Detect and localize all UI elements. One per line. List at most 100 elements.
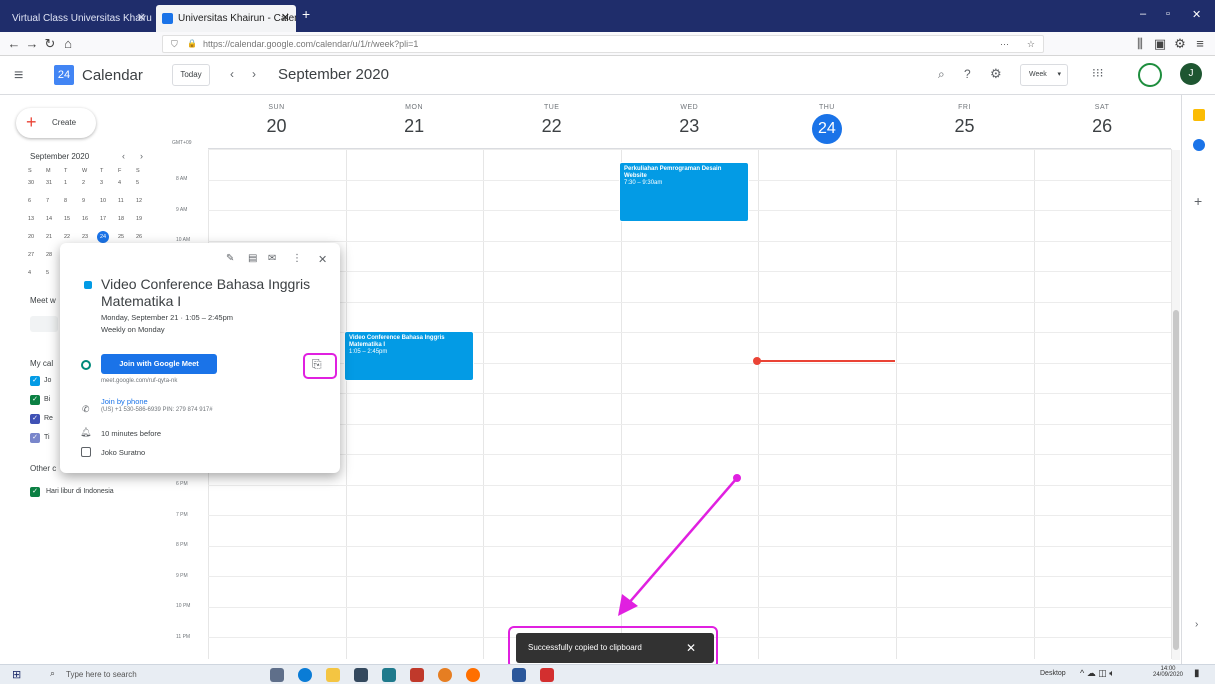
tab-virtual-class[interactable]: Virtual Class Universitas Khairun ✕	[4, 5, 152, 32]
mini-day[interactable]: 26	[136, 234, 142, 240]
day-date[interactable]: 26	[1034, 116, 1171, 137]
day-date[interactable]: 22	[483, 116, 620, 137]
mini-day[interactable]: 28	[46, 252, 52, 258]
event-pemrograman-desain[interactable]: Perkuliahan Pemrograman Desain Website 7…	[619, 162, 749, 222]
edit-pencil-icon[interactable]: ✎	[226, 253, 234, 264]
day-date[interactable]: 20	[208, 116, 345, 137]
create-button[interactable]: + Create	[16, 108, 96, 138]
join-phone-link[interactable]: Join by phone	[101, 397, 148, 406]
day-header-sat[interactable]: SAT 26	[1034, 104, 1171, 137]
help-icon[interactable]: ?	[964, 67, 971, 81]
word-icon[interactable]	[512, 668, 526, 682]
day-header-thu[interactable]: THU 24	[758, 104, 895, 144]
prev-week-icon[interactable]: ‹	[230, 67, 234, 81]
search-icon[interactable]: ⌕	[938, 67, 945, 82]
reload-icon[interactable]: ↻	[40, 34, 60, 54]
tab-calendar[interactable]: Universitas Khairun - Calendar ✕	[156, 5, 296, 32]
avatar[interactable]: J	[1180, 63, 1202, 85]
mini-day[interactable]: 10	[100, 198, 106, 204]
library-icon[interactable]: ⫼	[1130, 34, 1150, 54]
mini-day[interactable]: 18	[118, 216, 124, 222]
day-date[interactable]: 24	[811, 114, 842, 144]
firefox-icon[interactable]	[466, 668, 480, 682]
new-tab-icon[interactable]: +	[302, 6, 310, 22]
system-tray-icons[interactable]: ^ ☁ ◫ 🔈︎	[1080, 668, 1115, 679]
expand-panel-icon[interactable]: ›	[1195, 619, 1198, 630]
keep-icon[interactable]	[1193, 109, 1205, 121]
calendar-item-holiday[interactable]: ✓ Hari libur di Indonesia	[30, 487, 180, 499]
day-header-wed[interactable]: WED 23	[621, 104, 758, 137]
mini-day[interactable]: 6	[28, 198, 31, 204]
mini-day[interactable]: 14	[46, 216, 52, 222]
close-tab-icon[interactable]: ✕	[281, 5, 290, 32]
mini-prev-icon[interactable]: ‹	[122, 151, 125, 161]
more-options-icon[interactable]: ⋮	[292, 253, 302, 264]
mini-day[interactable]: 16	[82, 216, 88, 222]
windows-start-icon[interactable]: ⊞	[12, 668, 21, 681]
mini-day[interactable]: 13	[28, 216, 34, 222]
day-header-sun[interactable]: SUN 20	[208, 104, 345, 137]
mini-day[interactable]: 8	[64, 198, 67, 204]
mini-day[interactable]: 25	[118, 234, 124, 240]
task-view-icon[interactable]	[270, 668, 284, 682]
menu-hamburger-icon[interactable]: ≡	[1190, 34, 1210, 54]
checkbox-checked-icon[interactable]: ✓	[30, 487, 40, 497]
mini-day[interactable]: 22	[64, 234, 70, 240]
pdf-reader-icon[interactable]	[540, 668, 554, 682]
maximize-icon[interactable]: ▫	[1166, 8, 1170, 20]
mail-icon[interactable]	[382, 668, 396, 682]
day-header-tue[interactable]: TUE 22	[483, 104, 620, 137]
mini-day[interactable]: 1	[64, 180, 67, 186]
mini-day[interactable]: 4	[118, 180, 121, 186]
view-select[interactable]: Week ▾	[1020, 64, 1068, 86]
file-explorer-icon[interactable]	[326, 668, 340, 682]
today-button[interactable]: Today	[172, 64, 210, 86]
mini-day[interactable]: 27	[28, 252, 34, 258]
mini-day[interactable]: 3	[100, 180, 103, 186]
mini-day[interactable]: 9	[82, 198, 85, 204]
edge-icon[interactable]	[298, 668, 312, 682]
day-date[interactable]: 21	[346, 116, 483, 137]
sidebar-toggle-icon[interactable]: ▣	[1150, 34, 1170, 54]
mini-day[interactable]: 4	[28, 270, 31, 276]
checkbox-checked-icon[interactable]: ✓	[30, 395, 40, 405]
apps-grid-icon[interactable]: ⁝⁝⁝	[1092, 66, 1103, 80]
desktop-toolbar-label[interactable]: Desktop	[1040, 670, 1066, 677]
scrollbar-thumb[interactable]	[1173, 310, 1179, 650]
notifications-icon[interactable]: ▮	[1194, 668, 1200, 679]
join-meet-button[interactable]: Join with Google Meet	[101, 354, 217, 374]
taskbar-search[interactable]: ⌕ Type here to search	[38, 666, 238, 683]
extension-icon[interactable]: ⚙	[1170, 34, 1190, 54]
mini-day[interactable]: 5	[46, 270, 49, 276]
mini-day[interactable]: 2	[82, 180, 85, 186]
chrome-icon[interactable]	[438, 668, 452, 682]
mini-day[interactable]: 11	[118, 198, 124, 204]
close-popup-icon[interactable]: ✕	[318, 253, 327, 266]
mini-next-icon[interactable]: ›	[140, 151, 143, 161]
add-addon-icon[interactable]: +	[1194, 193, 1202, 209]
home-icon[interactable]: ⌂	[58, 34, 78, 54]
close-window-icon[interactable]: ✕	[1192, 8, 1201, 21]
copy-link-icon[interactable]: ⎘	[312, 357, 322, 372]
checkbox-checked-icon[interactable]: ✓	[30, 376, 40, 386]
mini-day[interactable]: 21	[46, 234, 52, 240]
next-week-icon[interactable]: ›	[252, 67, 256, 81]
mini-day[interactable]: 23	[82, 234, 88, 240]
checkbox-checked-icon[interactable]: ✓	[30, 414, 40, 424]
grid-scrollbar[interactable]	[1172, 150, 1180, 660]
mini-day[interactable]: 31	[46, 180, 52, 186]
bookmark-star-icon[interactable]: ☆	[1027, 36, 1035, 52]
email-guests-icon[interactable]: ✉	[268, 253, 276, 264]
event-video-conference[interactable]: Video Conference Bahasa Inggris Matemati…	[344, 331, 474, 381]
mini-day[interactable]: 5	[136, 180, 139, 186]
day-date[interactable]: 23	[621, 116, 758, 137]
back-icon[interactable]: ←	[4, 34, 24, 54]
search-people-input[interactable]	[30, 316, 58, 332]
checkbox-checked-icon[interactable]: ✓	[30, 433, 40, 443]
main-menu-icon[interactable]: ≡	[14, 67, 23, 85]
page-actions-icon[interactable]: ···	[1000, 36, 1009, 52]
day-date[interactable]: 25	[896, 116, 1033, 137]
mini-day[interactable]: 20	[28, 234, 34, 240]
mini-day[interactable]: 12	[136, 198, 142, 204]
day-header-fri[interactable]: FRI 25	[896, 104, 1033, 137]
